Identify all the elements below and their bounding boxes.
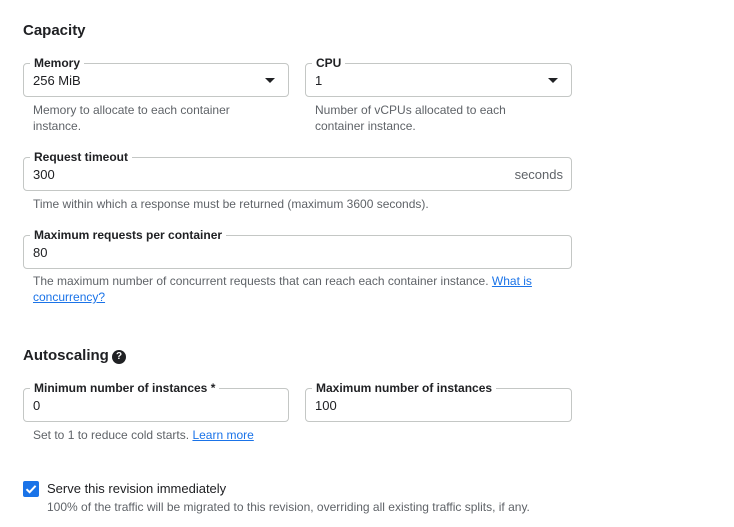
memory-select[interactable]: Memory 256 MiB bbox=[23, 56, 289, 97]
checkmark-icon bbox=[25, 485, 37, 494]
request-timeout-unit: seconds bbox=[514, 167, 563, 182]
max-requests-label: Maximum requests per container bbox=[30, 228, 227, 242]
memory-label: Memory bbox=[30, 56, 85, 70]
request-timeout-input[interactable]: Request timeout 300 seconds bbox=[23, 150, 572, 191]
request-timeout-hint: Time within which a response must be ret… bbox=[33, 197, 429, 211]
cpu-label: CPU bbox=[312, 56, 346, 70]
min-instances-hint: Set to 1 to reduce cold starts. Learn mo… bbox=[33, 427, 293, 443]
max-instances-input[interactable]: Maximum number of instances 100 bbox=[305, 381, 572, 422]
memory-hint: Memory to allocate to each container ins… bbox=[33, 103, 230, 133]
min-instances-hint-text: Set to 1 to reduce cold starts. bbox=[33, 428, 190, 442]
question-circle-icon[interactable]: ? bbox=[112, 350, 126, 364]
capacity-heading: Capacity bbox=[23, 22, 86, 39]
memory-value: 256 MiB bbox=[33, 73, 81, 88]
min-instances-value: 0 bbox=[33, 398, 41, 413]
cpu-value: 1 bbox=[315, 73, 323, 88]
request-timeout-label: Request timeout bbox=[30, 150, 133, 164]
autoscaling-heading: Autoscaling bbox=[23, 347, 109, 364]
chevron-down-icon bbox=[265, 78, 275, 83]
max-requests-input[interactable]: Maximum requests per container 80 bbox=[23, 228, 572, 269]
max-requests-hint: The maximum number of concurrent request… bbox=[33, 273, 553, 305]
container-settings-panel: Capacity Memory 256 MiB Memory to alloca… bbox=[0, 0, 734, 527]
cpu-select[interactable]: CPU 1 bbox=[305, 56, 572, 97]
max-requests-value: 80 bbox=[33, 245, 48, 260]
serve-revision-label[interactable]: Serve this revision immediately bbox=[47, 481, 226, 497]
cpu-hint: Number of vCPUs allocated to each contai… bbox=[315, 103, 506, 133]
serve-revision-hint: 100% of the traffic will be migrated to … bbox=[47, 500, 530, 514]
request-timeout-value: 300 bbox=[33, 167, 55, 182]
max-instances-label: Maximum number of instances bbox=[312, 381, 497, 395]
chevron-down-icon bbox=[548, 78, 558, 83]
serve-revision-checkbox[interactable] bbox=[23, 481, 39, 497]
min-instances-input[interactable]: Minimum number of instances * 0 bbox=[23, 381, 289, 422]
learn-more-link[interactable]: Learn more bbox=[192, 428, 253, 442]
min-instances-label: Minimum number of instances * bbox=[30, 381, 220, 395]
max-instances-value: 100 bbox=[315, 398, 337, 413]
max-requests-hint-text: The maximum number of concurrent request… bbox=[33, 274, 489, 288]
